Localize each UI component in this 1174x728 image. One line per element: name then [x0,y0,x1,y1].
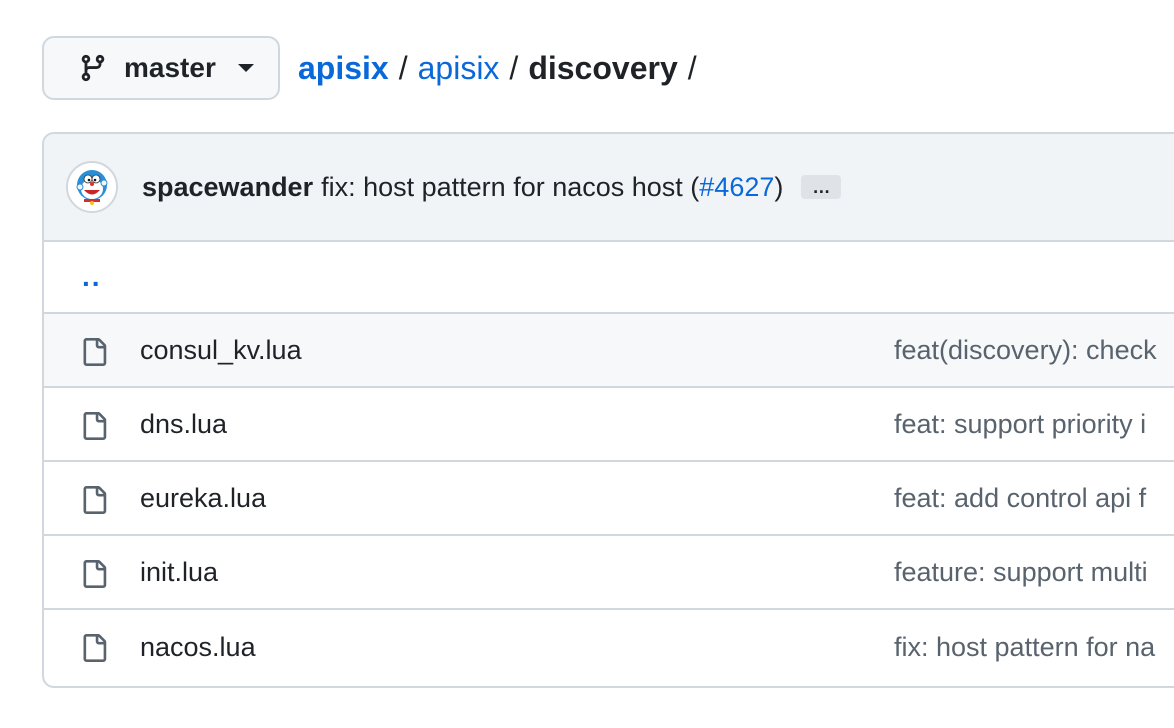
file-commit-message[interactable]: feature: support multi [894,557,1148,588]
file-row[interactable]: consul_kv.lua feat(discovery): check [44,314,1174,388]
commit-message[interactable]: fix: host pattern for nacos host (#4627) [321,172,783,203]
commit-summary: spacewander fix: host pattern for nacos … [142,172,842,203]
breadcrumb-current: discovery [528,49,678,86]
git-branch-icon [78,52,108,84]
expand-commit-button[interactable]: … [801,175,842,199]
file-row[interactable]: nacos.lua fix: host pattern for na [44,610,1174,684]
branch-name: master [124,52,216,83]
file-icon [80,336,108,373]
branch-selector-button[interactable]: master [42,36,280,100]
file-row[interactable]: dns.lua feat: support priority i [44,388,1174,462]
file-name-link[interactable]: dns.lua [140,409,227,440]
file-row[interactable]: init.lua feature: support multi [44,536,1174,610]
commit-message-text[interactable]: fix: host pattern for nacos host ( [321,172,699,202]
breadcrumb-repo-link[interactable]: apisix [418,50,500,87]
parent-directory-row[interactable]: .. [44,242,1174,314]
breadcrumb-separator: / [687,49,697,86]
avatar[interactable] [66,161,118,213]
file-icon [80,558,108,595]
file-name-link[interactable]: nacos.lua [140,632,256,663]
file-commit-message[interactable]: feat: support priority i [894,409,1146,440]
breadcrumb-separator: / [509,49,519,86]
file-icon [80,410,108,447]
breadcrumb-owner-link[interactable]: apisix [298,50,389,87]
breadcrumb: apisix / apisix / discovery / [298,50,707,87]
file-name-link[interactable]: consul_kv.lua [140,335,302,366]
file-name-link[interactable]: eureka.lua [140,483,266,514]
commit-message-suffix: ) [774,171,784,202]
pr-link[interactable]: #4627 [699,172,774,202]
latest-commit-row: spacewander fix: host pattern for nacos … [44,134,1174,242]
file-name-link[interactable]: init.lua [140,557,218,588]
parent-directory-link[interactable]: .. [82,261,102,293]
file-commit-message[interactable]: fix: host pattern for na [894,632,1155,663]
file-commit-message[interactable]: feat(discovery): check [894,335,1157,366]
file-commit-message[interactable]: feat: add control api f [894,483,1146,514]
commit-author[interactable]: spacewander [142,172,313,203]
file-icon [80,484,108,521]
file-icon [80,632,108,669]
repo-nav-bar: master apisix / apisix / discovery / [42,36,707,100]
caret-down-icon [237,64,254,72]
file-row[interactable]: eureka.lua feat: add control api f [44,462,1174,536]
file-list-box: spacewander fix: host pattern for nacos … [42,132,1174,688]
breadcrumb-separator: / [398,49,408,86]
